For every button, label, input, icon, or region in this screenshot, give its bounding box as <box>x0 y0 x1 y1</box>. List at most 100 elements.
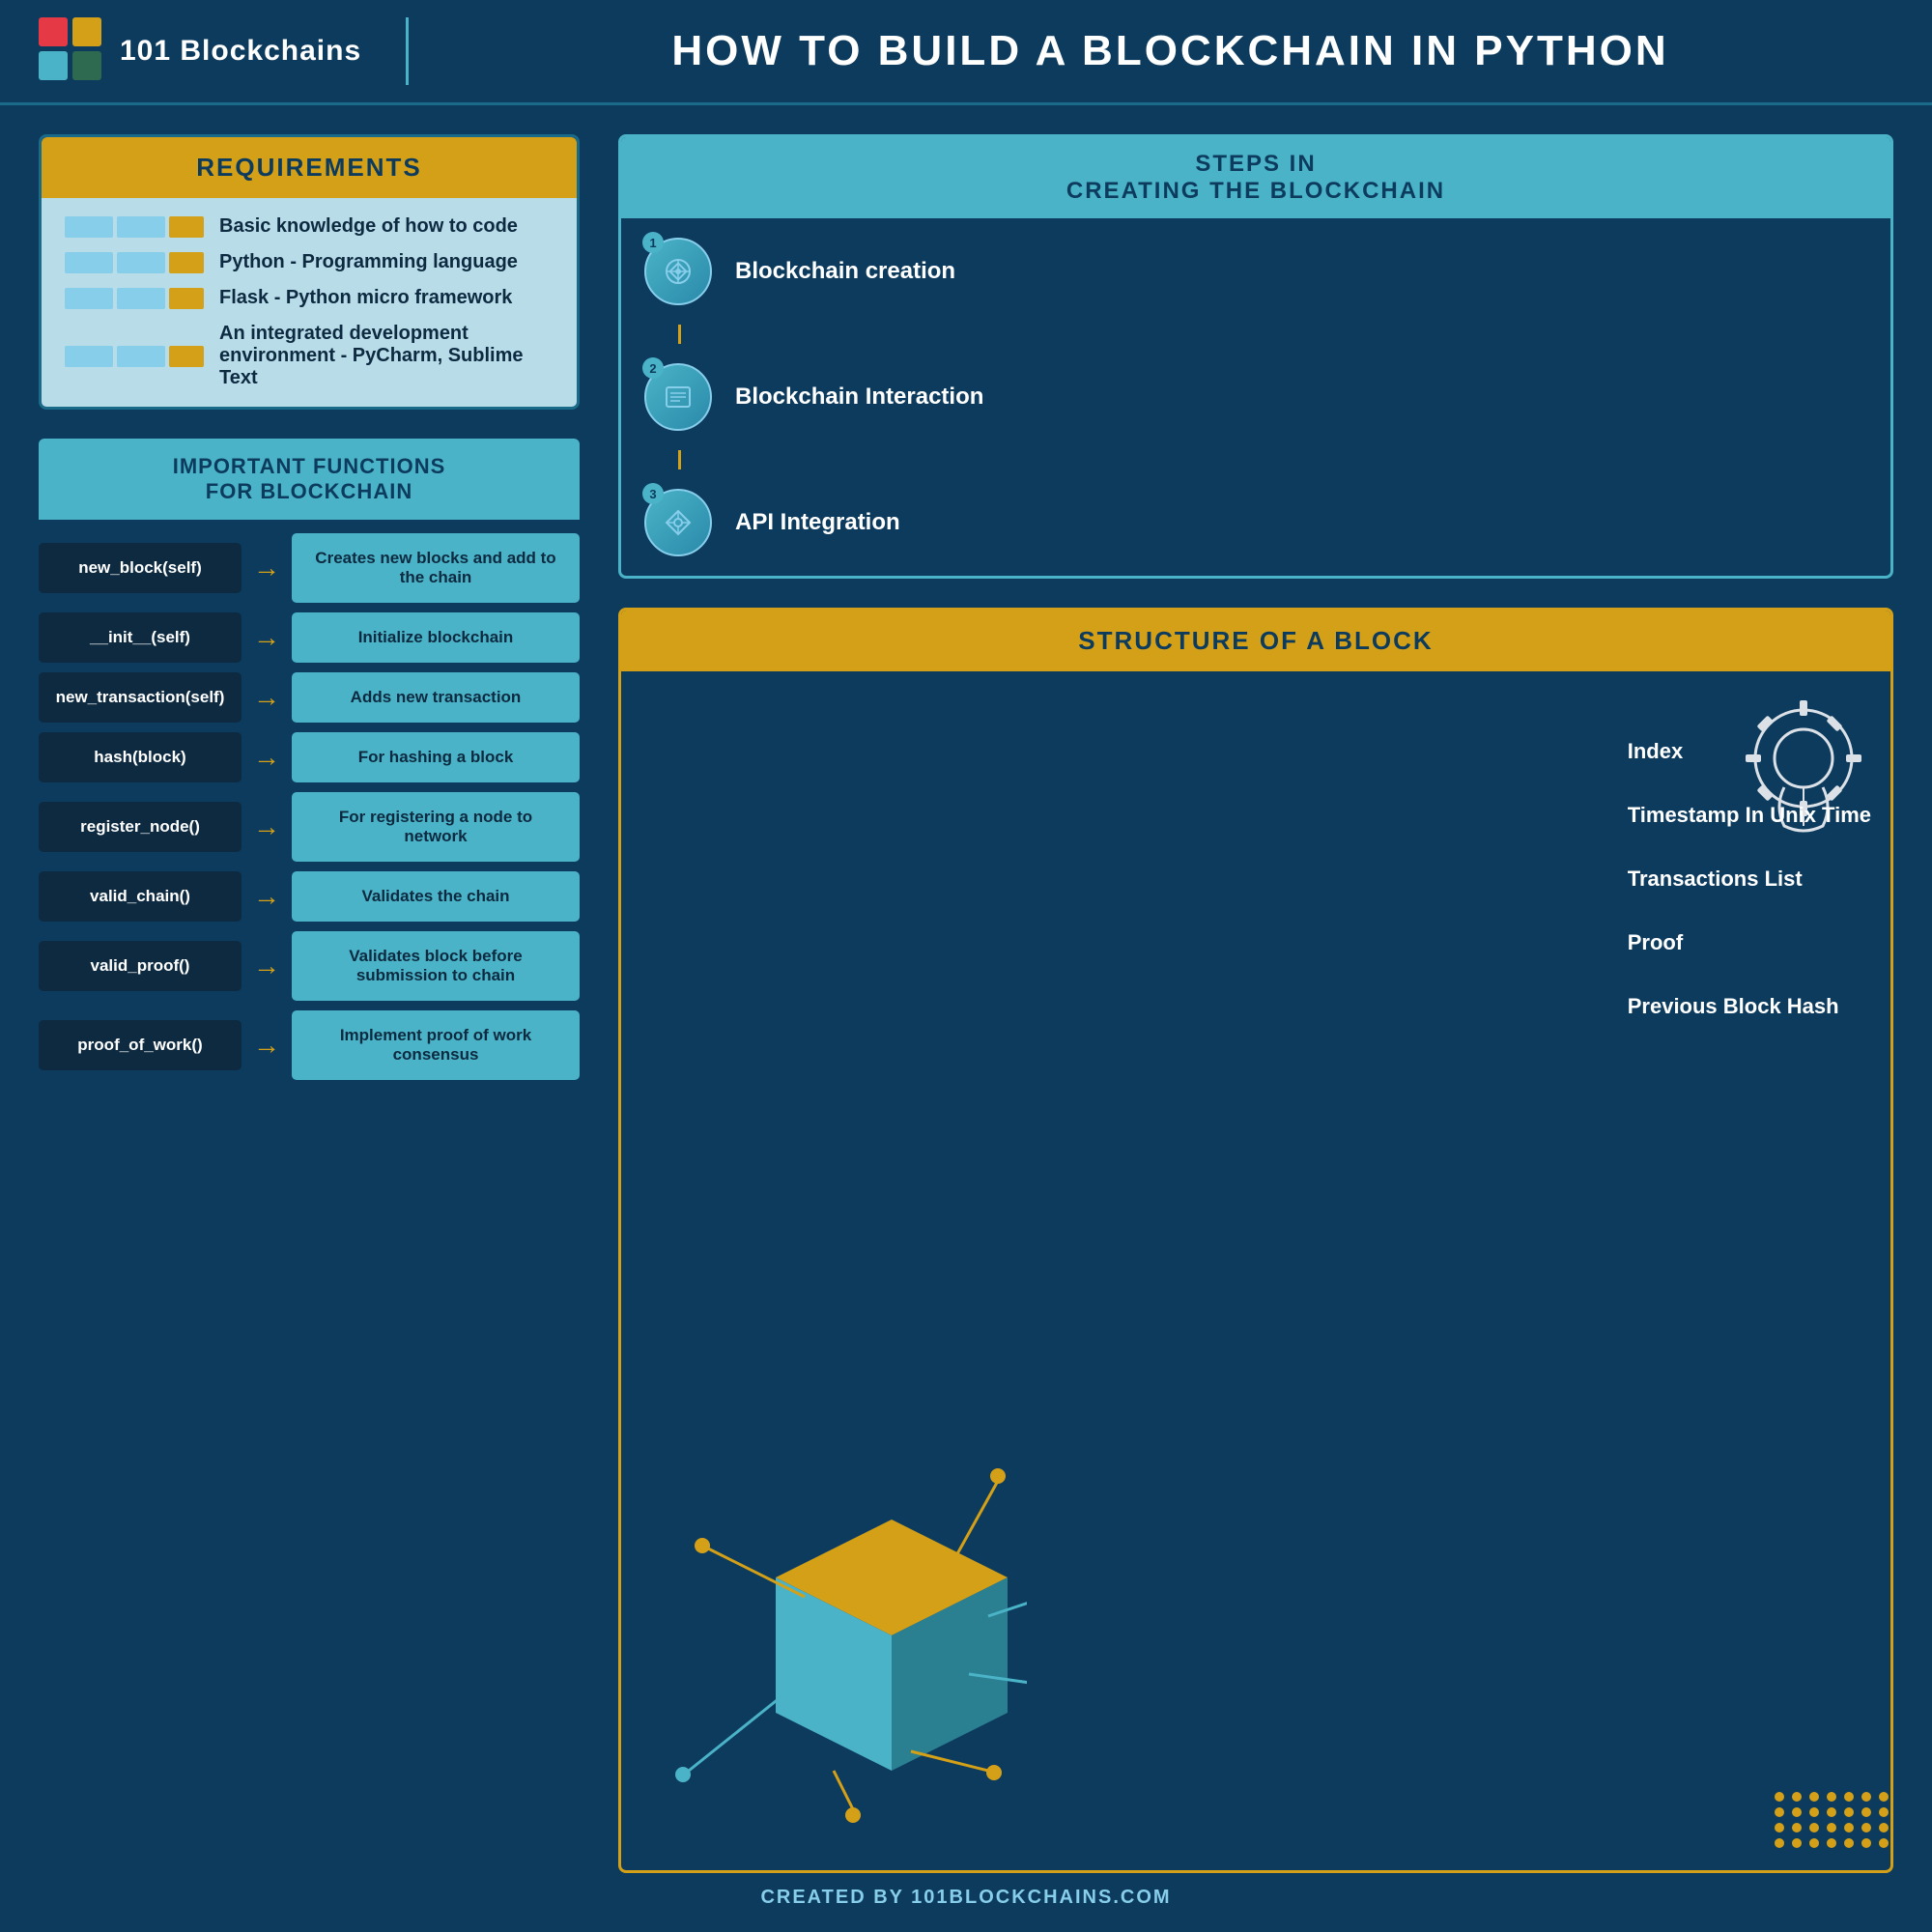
func-name-6: valid_proof() <box>39 941 242 991</box>
func-desc-7: Implement proof of work consensus <box>292 1010 580 1080</box>
block-labels: Index Timestamp In Unix Time Transaction… <box>1628 739 1871 1019</box>
func-desc-0: Creates new blocks and add to the chain <box>292 533 580 603</box>
func-desc-2: Adds new transaction <box>292 672 580 723</box>
functions-title-line2: FOR BLOCKCHAIN <box>62 479 556 504</box>
func-name-7: proof_of_work() <box>39 1020 242 1070</box>
bar-blue5 <box>65 288 113 309</box>
bar-blue3 <box>65 252 113 273</box>
structure-content: Index Timestamp In Unix Time Transaction… <box>621 671 1890 1867</box>
bar-blue7 <box>65 346 113 367</box>
func-name-3: hash(block) <box>39 732 242 782</box>
steps-header: STEPS IN CREATING THE BLOCKCHAIN <box>621 137 1890 218</box>
func-name-1: __init__(self) <box>39 612 242 663</box>
structure-title: STRUCTURE OF A BLOCK <box>1078 626 1433 655</box>
func-desc-6: Validates block before submission to cha… <box>292 931 580 1001</box>
steps-title-line2: CREATING THE BLOCKCHAIN <box>644 178 1867 205</box>
block-label-proof: Proof <box>1628 930 1871 955</box>
req-bar-2 <box>65 252 204 273</box>
req-bar-1 <box>65 216 204 238</box>
func-row-7: proof_of_work() → Implement proof of wor… <box>39 1010 580 1080</box>
step-icon-0 <box>659 252 697 291</box>
functions-title-line1: IMPORTANT FUNCTIONS <box>62 454 556 479</box>
requirements-title: REQUIREMENTS <box>196 153 421 182</box>
func-desc-5: Validates the chain <box>292 871 580 922</box>
func-row-1: __init__(self) → Initialize blockchain <box>39 612 580 663</box>
func-desc-4: For registering a node to network <box>292 792 580 862</box>
structure-section: STRUCTURE OF A BLOCK <box>618 608 1893 1873</box>
step-num-0: 1 <box>642 232 664 253</box>
step-num-2: 3 <box>642 483 664 504</box>
step-item-2: 3 API Integration <box>644 489 1867 556</box>
block-label-index: Index <box>1628 739 1871 764</box>
main-content: REQUIREMENTS Basic knowledge of how to c… <box>0 105 1932 1873</box>
req-item-4: An integrated development environment - … <box>65 323 554 389</box>
arrow-icon-4: → <box>253 811 280 842</box>
step-label-1: Blockchain Interaction <box>735 384 983 411</box>
functions-header: IMPORTANT FUNCTIONS FOR BLOCKCHAIN <box>39 439 580 520</box>
steps-section: STEPS IN CREATING THE BLOCKCHAIN 1 <box>618 134 1893 579</box>
step-item-1: 2 Blockchain Interaction <box>644 363 1867 431</box>
footer-text: CREATED BY 101BLOCKCHAINS.COM <box>760 1887 1171 1909</box>
req-text-3: Flask - Python micro framework <box>219 287 512 309</box>
requirements-header: REQUIREMENTS <box>42 137 577 198</box>
func-name-5: valid_chain() <box>39 871 242 922</box>
block-label-transactions: Transactions List <box>1628 867 1871 892</box>
requirements-section: REQUIREMENTS Basic knowledge of how to c… <box>39 134 580 410</box>
func-row-6: valid_proof() → Validates block before s… <box>39 931 580 1001</box>
left-column: REQUIREMENTS Basic knowledge of how to c… <box>39 134 580 1873</box>
func-desc-1: Initialize blockchain <box>292 612 580 663</box>
bar-blue8 <box>117 346 165 367</box>
func-row-4: register_node() → For registering a node… <box>39 792 580 862</box>
bar-yellow4 <box>169 346 204 367</box>
header: 101 Blockchains HOW TO BUILD A BLOCKCHAI… <box>0 0 1932 105</box>
functions-list: new_block(self) → Creates new blocks and… <box>39 520 580 1094</box>
req-text-4: An integrated development environment - … <box>219 323 554 389</box>
func-name-2: new_transaction(self) <box>39 672 242 723</box>
steps-title-line1: STEPS IN <box>644 151 1867 178</box>
req-text-2: Python - Programming language <box>219 251 518 273</box>
step-connector-1 <box>678 450 681 469</box>
step-label-0: Blockchain creation <box>735 258 955 285</box>
func-name-0: new_block(self) <box>39 543 242 593</box>
func-row-0: new_block(self) → Creates new blocks and… <box>39 533 580 603</box>
footer: CREATED BY 101BLOCKCHAINS.COM <box>0 1873 1932 1921</box>
bar-yellow2 <box>169 252 204 273</box>
logo-text: 101 Blockchains <box>120 35 361 68</box>
right-column: STEPS IN CREATING THE BLOCKCHAIN 1 <box>580 134 1893 1873</box>
step-connector-0 <box>678 325 681 344</box>
step-icon-1 <box>659 378 697 416</box>
req-item-3: Flask - Python micro framework <box>65 287 554 309</box>
structure-header: STRUCTURE OF A BLOCK <box>621 611 1890 671</box>
step-item-0: 1 Blockchain creation <box>644 238 1867 305</box>
req-item-2: Python - Programming language <box>65 251 554 273</box>
arrow-icon-2: → <box>253 682 280 713</box>
func-row-2: new_transaction(self) → Adds new transac… <box>39 672 580 723</box>
arrow-icon-5: → <box>253 881 280 912</box>
bar-blue <box>65 216 113 238</box>
arrow-icon-1: → <box>253 622 280 653</box>
req-bar-4 <box>65 346 204 367</box>
func-row-3: hash(block) → For hashing a block <box>39 732 580 782</box>
block-3d-svg <box>660 1423 1027 1829</box>
req-bar-3 <box>65 288 204 309</box>
req-text-1: Basic knowledge of how to code <box>219 215 518 238</box>
functions-section: IMPORTANT FUNCTIONS FOR BLOCKCHAIN new_b… <box>39 439 580 1873</box>
func-desc-3: For hashing a block <box>292 732 580 782</box>
step-icon-2 <box>659 503 697 542</box>
func-name-4: register_node() <box>39 802 242 852</box>
page-title: HOW TO BUILD A BLOCKCHAIN IN PYTHON <box>447 27 1893 75</box>
arrow-icon-0: → <box>253 553 280 583</box>
arrow-icon-3: → <box>253 742 280 773</box>
bar-blue2 <box>117 216 165 238</box>
step-circle-2: 3 <box>644 489 712 556</box>
step-label-2: API Integration <box>735 509 900 536</box>
step-circle-0: 1 <box>644 238 712 305</box>
req-item-1: Basic knowledge of how to code <box>65 215 554 238</box>
bar-blue4 <box>117 252 165 273</box>
requirements-list: Basic knowledge of how to code Python - … <box>42 198 577 407</box>
arrow-icon-6: → <box>253 951 280 981</box>
func-row-5: valid_chain() → Validates the chain <box>39 871 580 922</box>
arrow-icon-7: → <box>253 1030 280 1061</box>
bar-yellow3 <box>169 288 204 309</box>
steps-content: 1 Blockchain creation <box>621 218 1890 576</box>
